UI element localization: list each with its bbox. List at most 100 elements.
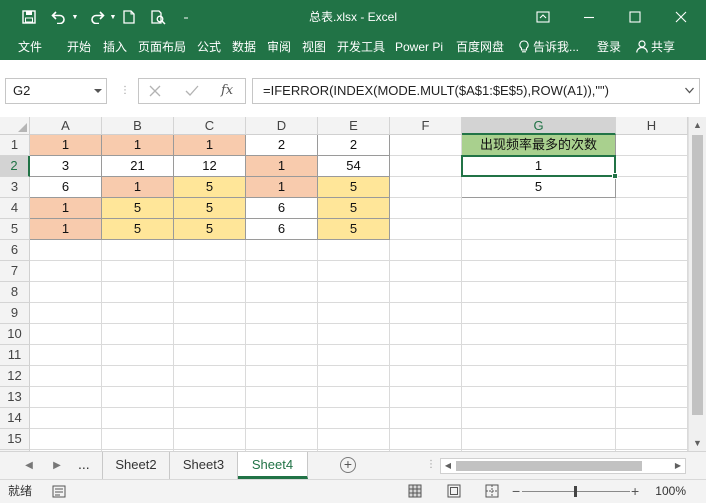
- row-header-15[interactable]: 15: [0, 429, 30, 450]
- cell-e1[interactable]: 2: [318, 135, 390, 156]
- cell-c11[interactable]: [174, 345, 246, 366]
- cell-c9[interactable]: [174, 303, 246, 324]
- cell-b10[interactable]: [102, 324, 174, 345]
- cell-d12[interactable]: [246, 366, 318, 387]
- cell-e5[interactable]: 5: [318, 219, 390, 240]
- cell-g12[interactable]: [462, 366, 616, 387]
- cell-b4[interactable]: 5: [102, 198, 174, 219]
- drag-handle-icon[interactable]: ⋮: [120, 86, 130, 96]
- cell-b3[interactable]: 1: [102, 177, 174, 198]
- cell-f3[interactable]: [390, 177, 462, 198]
- cell-b9[interactable]: [102, 303, 174, 324]
- cell-f10[interactable]: [390, 324, 462, 345]
- cell-c6[interactable]: [174, 240, 246, 261]
- cell-f9[interactable]: [390, 303, 462, 324]
- cell-a10[interactable]: [30, 324, 102, 345]
- cell-b8[interactable]: [102, 282, 174, 303]
- cell-g10[interactable]: [462, 324, 616, 345]
- cell-a13[interactable]: [30, 387, 102, 408]
- cell-e9[interactable]: [318, 303, 390, 324]
- cell-d6[interactable]: [246, 240, 318, 261]
- cell-e8[interactable]: [318, 282, 390, 303]
- cell-h7[interactable]: [616, 261, 688, 282]
- page-layout-view-icon[interactable]: [447, 484, 461, 501]
- cell-d4[interactable]: 6: [246, 198, 318, 219]
- add-sheet-icon[interactable]: +: [340, 457, 356, 473]
- tab-data[interactable]: 数据: [232, 34, 256, 60]
- insert-function-icon[interactable]: fx: [221, 79, 233, 103]
- enter-icon[interactable]: [185, 79, 199, 103]
- cell-f2[interactable]: [390, 156, 462, 177]
- cell-d1[interactable]: 2: [246, 135, 318, 156]
- cell-h15[interactable]: [616, 429, 688, 450]
- cell-c3[interactable]: 5: [174, 177, 246, 198]
- cell-d9[interactable]: [246, 303, 318, 324]
- chevron-down-icon[interactable]: [94, 87, 102, 95]
- cell-g2[interactable]: 1: [462, 156, 616, 177]
- cell-g3[interactable]: 5: [462, 177, 616, 198]
- cell-h5[interactable]: [616, 219, 688, 240]
- share-button[interactable]: 共享: [636, 34, 675, 60]
- cell-g7[interactable]: [462, 261, 616, 282]
- cell-d11[interactable]: [246, 345, 318, 366]
- zoom-out-icon[interactable]: −: [512, 480, 520, 503]
- row-header-7[interactable]: 7: [0, 261, 30, 282]
- cell-b15[interactable]: [102, 429, 174, 450]
- cell-g6[interactable]: [462, 240, 616, 261]
- cell-f15[interactable]: [390, 429, 462, 450]
- name-box[interactable]: G2: [5, 78, 107, 104]
- tab-view[interactable]: 视图: [302, 34, 326, 60]
- fill-handle[interactable]: [612, 173, 618, 179]
- cell-d8[interactable]: [246, 282, 318, 303]
- expand-formula-icon[interactable]: [685, 87, 694, 94]
- cell-b12[interactable]: [102, 366, 174, 387]
- column-header-e[interactable]: E: [318, 117, 390, 135]
- ribbon-display-icon[interactable]: [520, 0, 566, 34]
- cell-d5[interactable]: 6: [246, 219, 318, 240]
- cell-b11[interactable]: [102, 345, 174, 366]
- normal-view-icon[interactable]: [408, 484, 422, 501]
- cell-a14[interactable]: [30, 408, 102, 429]
- cell-d13[interactable]: [246, 387, 318, 408]
- cell-f14[interactable]: [390, 408, 462, 429]
- column-header-h[interactable]: H: [616, 117, 688, 135]
- select-all-corner[interactable]: [0, 117, 30, 135]
- cell-f1[interactable]: [390, 135, 462, 156]
- tab-file[interactable]: 文件: [18, 34, 42, 60]
- cell-h14[interactable]: [616, 408, 688, 429]
- cell-b13[interactable]: [102, 387, 174, 408]
- cell-f12[interactable]: [390, 366, 462, 387]
- zoom-level[interactable]: 100%: [655, 480, 686, 503]
- next-sheet-icon[interactable]: ▶: [50, 452, 64, 479]
- formula-input[interactable]: =IFERROR(INDEX(MODE.MULT($A$1:$E$5),ROW(…: [252, 78, 700, 104]
- cell-a6[interactable]: [30, 240, 102, 261]
- cell-h1[interactable]: [616, 135, 688, 156]
- tab-split-handle-icon[interactable]: ⋮: [426, 460, 436, 470]
- cell-e4[interactable]: 5: [318, 198, 390, 219]
- horizontal-scroll-thumb[interactable]: [456, 461, 642, 471]
- cell-e7[interactable]: [318, 261, 390, 282]
- cell-c5[interactable]: 5: [174, 219, 246, 240]
- tab-home[interactable]: 开始: [67, 34, 91, 60]
- cell-f13[interactable]: [390, 387, 462, 408]
- row-header-2[interactable]: 2: [0, 156, 30, 177]
- row-header-4[interactable]: 4: [0, 198, 30, 219]
- cell-a2[interactable]: 3: [30, 156, 102, 177]
- cell-g14[interactable]: [462, 408, 616, 429]
- vertical-scroll-thumb[interactable]: [692, 135, 703, 415]
- cell-f4[interactable]: [390, 198, 462, 219]
- cell-d7[interactable]: [246, 261, 318, 282]
- zoom-in-icon[interactable]: +: [631, 480, 639, 503]
- minimize-icon[interactable]: [566, 0, 612, 34]
- cell-h11[interactable]: [616, 345, 688, 366]
- cell-b6[interactable]: [102, 240, 174, 261]
- cell-g15[interactable]: [462, 429, 616, 450]
- row-header-10[interactable]: 10: [0, 324, 30, 345]
- cell-f11[interactable]: [390, 345, 462, 366]
- cell-g9[interactable]: [462, 303, 616, 324]
- cell-h6[interactable]: [616, 240, 688, 261]
- zoom-slider-handle[interactable]: [574, 486, 577, 497]
- cell-h2[interactable]: [616, 156, 688, 177]
- column-header-d[interactable]: D: [246, 117, 318, 135]
- cell-d2[interactable]: 1: [246, 156, 318, 177]
